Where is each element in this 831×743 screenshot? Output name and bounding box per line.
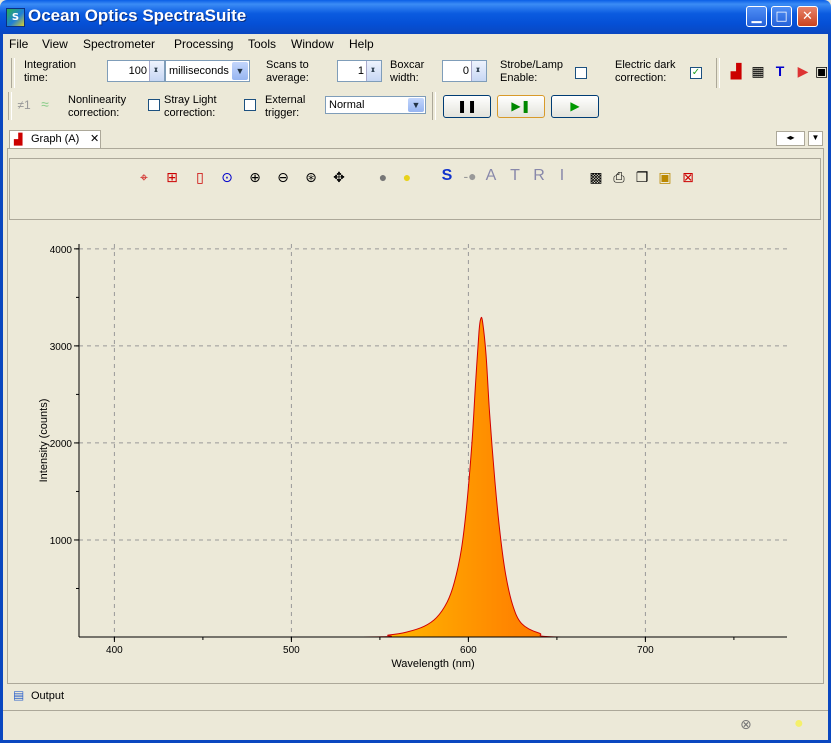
spectrum-area <box>79 316 787 638</box>
x-tick-label: 400 <box>106 645 123 656</box>
spectrometer-status-icon: ⊗ <box>740 716 752 732</box>
output-icon: ▤ <box>13 688 25 702</box>
y-axis-label: Intensity (counts) <box>38 399 50 483</box>
status-bar: ⊗ ● <box>3 710 828 741</box>
output-bar: ▤ Output <box>3 686 828 706</box>
y-tick-label: 1000 <box>50 536 73 547</box>
spectrum-chart[interactable]: 400 500 600 700 1000 2000 3000 4000 Wavelength … <box>0 0 831 743</box>
x-axis-label: Wavelength (nm) <box>391 658 474 670</box>
y-tick-label: 3000 <box>50 342 73 353</box>
output-label[interactable]: Output <box>31 690 64 702</box>
x-tick-label: 600 <box>460 645 477 656</box>
grid <box>79 244 787 637</box>
axis-ticks: 400 500 600 700 1000 2000 3000 4000 <box>50 245 735 656</box>
y-tick-label: 2000 <box>50 439 73 450</box>
lamp-status-icon: ● <box>794 715 804 732</box>
y-tick-label: 4000 <box>50 245 73 256</box>
x-tick-label: 500 <box>283 645 300 656</box>
x-tick-label: 700 <box>637 645 654 656</box>
